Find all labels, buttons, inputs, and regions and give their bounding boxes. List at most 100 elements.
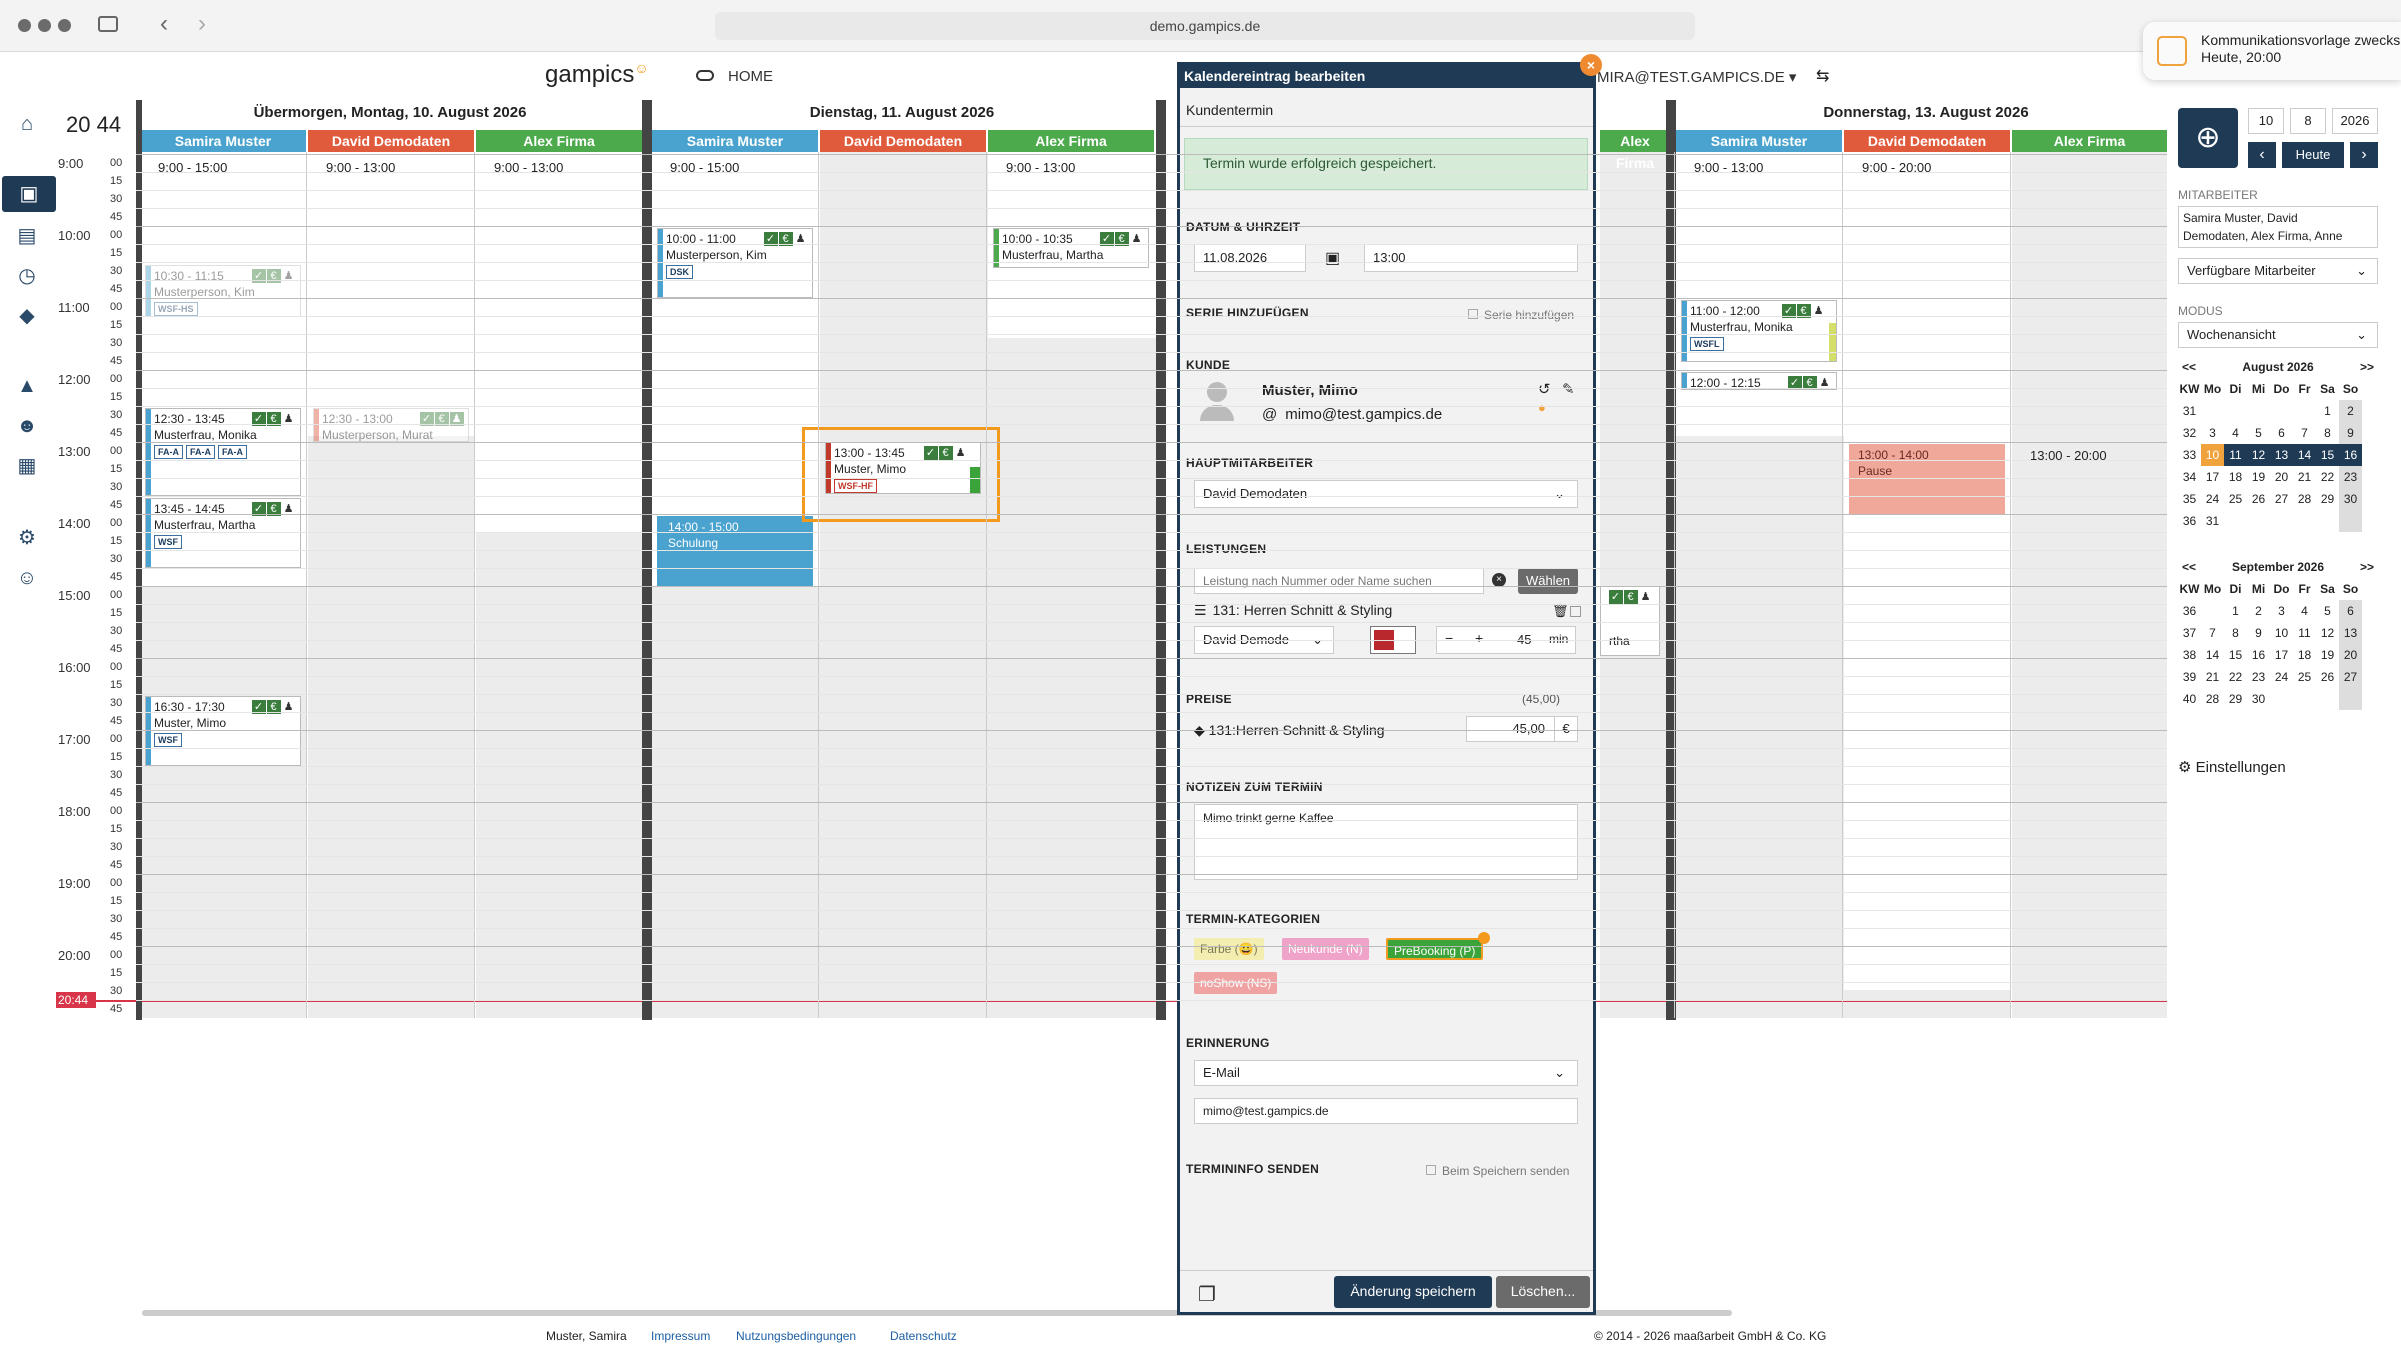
day-cell[interactable]: 4 <box>2224 422 2247 444</box>
day-cell[interactable]: 14 <box>2201 644 2224 666</box>
day-cell[interactable]: 4 <box>2293 600 2316 622</box>
mini-calendar-september[interactable]: << September 2026 >> KW Mo Di Mi Do Fr Sa So 36 1 2 3… <box>2178 560 2378 710</box>
calendar-picker-icon[interactable]: ▣ <box>1325 248 1340 268</box>
day-cell[interactable]: 6 <box>2339 600 2362 622</box>
day-cell[interactable]: 19 <box>2247 466 2270 488</box>
close-window-icon[interactable] <box>18 19 31 32</box>
appointment-blocker[interactable]: 14:00 - 15:00 Schulung <box>657 516 813 586</box>
day-cell[interactable]: 1 <box>2316 400 2339 422</box>
appointment[interactable]: 10:30 - 11:15 Musterperson, Kim WSF-HS ✓ € ♟ <box>145 265 301 317</box>
day-cell[interactable]: 30 <box>2247 688 2270 710</box>
service-search-input[interactable]: Leistung nach Nummer oder Name suchen <box>1194 568 1484 594</box>
day-cell[interactable]: 12 <box>2316 622 2339 644</box>
day-cell[interactable]: 8 <box>2316 422 2339 444</box>
appointment[interactable]: 16:30 - 17:30 Muster, Mimo WSF ✓ € ♟ <box>145 696 301 766</box>
day-cell[interactable]: 13 <box>2270 444 2293 466</box>
save-button[interactable]: Änderung speichern <box>1334 1276 1492 1308</box>
category-chip[interactable]: noShow (NS) <box>1194 972 1278 994</box>
staff-header-partial[interactable]: Alex Firma <box>1600 130 1670 171</box>
reminder-select[interactable]: E-Mail ⌄ <box>1194 1060 1578 1086</box>
day-cell[interactable]: 20 <box>2339 644 2362 666</box>
day-cell[interactable]: 7 <box>2201 622 2224 644</box>
day-cell[interactable]: 22 <box>2224 666 2247 688</box>
staff-header[interactable]: Alex Firma <box>2012 130 2167 152</box>
staff-select[interactable]: Samira Muster, David Demodaten, Alex Fir… <box>2178 206 2378 248</box>
reminder-email-input[interactable]: mimo@test.gampics.de <box>1194 1098 1578 1124</box>
prev-button[interactable]: ‹ <box>2248 142 2276 168</box>
day-cell[interactable]: 10 <box>2270 622 2293 644</box>
notification-banner[interactable]: Kommunikationsvorlage zwecks Heute, 20:0… <box>2143 22 2401 80</box>
customer-email[interactable]: @ mimo@test.gampics.de <box>1262 406 1442 423</box>
day-cell[interactable]: 16 <box>2339 444 2362 466</box>
day-cell[interactable]: 29 <box>2224 688 2247 710</box>
notes-textarea[interactable]: Mimo trinkt gerne Kaffee <box>1194 804 1578 880</box>
tags-icon[interactable]: ◆ <box>13 302 41 330</box>
date-input[interactable]: 11.08.2026 <box>1194 244 1306 272</box>
settings-gears-icon[interactable]: ⚙ <box>13 524 41 552</box>
staff-header[interactable]: Samira Muster <box>1676 130 1842 152</box>
service-checkbox[interactable] <box>1570 606 1581 617</box>
sidebar-toggle-icon[interactable] <box>98 16 118 32</box>
staff-header[interactable]: David Demodaten <box>308 130 474 152</box>
send-checkbox[interactable]: Beim Speichern senden <box>1426 1164 1569 1178</box>
day-cell[interactable]: 24 <box>2270 666 2293 688</box>
home-link[interactable]: HOME <box>696 68 773 85</box>
day-cell[interactable]: 9 <box>2247 622 2270 644</box>
staff-header[interactable]: Samira Muster <box>140 130 306 152</box>
appointment-partial[interactable]: rtha ✓ € ♟ <box>1600 586 1660 656</box>
choose-button[interactable]: Wählen <box>1518 568 1578 594</box>
day-cell[interactable]: 11 <box>2224 444 2247 466</box>
copy-icon[interactable]: ❐ <box>1198 1282 1216 1307</box>
car-icon[interactable]: ▲ <box>13 372 41 400</box>
mini-calendar-august[interactable]: << August 2026 >> KW Mo Di Mi Do Fr Sa So 31 1 2 32 3 4… <box>2178 360 2378 532</box>
day-cell[interactable]: 12 <box>2247 444 2270 466</box>
appointment[interactable]: 12:30 - 13:45 Musterfrau, Monika FA-A FA-A F… <box>145 408 301 496</box>
staff-header[interactable]: Samira Muster <box>652 130 818 152</box>
forward-icon[interactable]: › <box>198 10 206 38</box>
back-icon[interactable]: ‹ <box>160 10 168 38</box>
appointment-pause[interactable]: 13:00 - 14:00 Pause <box>1849 444 2005 514</box>
day-cell[interactable]: 7 <box>2293 422 2316 444</box>
appointment[interactable]: 12:30 - 13:00 Musterperson, Murat ✓ € ♟ <box>313 408 469 442</box>
appointment[interactable]: 13:45 - 14:45 Musterfrau, Martha WSF ✓ € ♟ <box>145 498 301 568</box>
day-cell[interactable]: 23 <box>2247 666 2270 688</box>
day-cell[interactable]: 28 <box>2201 688 2224 710</box>
category-chip[interactable]: Neukunde (N) <box>1282 938 1369 960</box>
url-bar[interactable]: demo.gampics.de <box>715 12 1695 40</box>
day-cell[interactable]: 18 <box>2224 466 2247 488</box>
home-icon[interactable]: ⌂ <box>13 110 41 138</box>
day-cell[interactable]: 21 <box>2293 466 2316 488</box>
day-cell[interactable]: 17 <box>2270 644 2293 666</box>
series-checkbox[interactable]: Serie hinzufügen <box>1468 308 1574 322</box>
year-input[interactable]: 2026 <box>2332 108 2378 134</box>
next-button[interactable]: › <box>2350 142 2378 168</box>
trash-icon[interactable]: 🗑 <box>1552 603 1569 619</box>
day-cell[interactable]: 3 <box>2201 422 2224 444</box>
available-staff-select[interactable]: Verfügbare Mitarbeiter ⌄ <box>2178 258 2378 284</box>
switch-icon[interactable]: ⇆ <box>1816 66 1829 86</box>
staff-header[interactable]: Alex Firma <box>476 130 642 152</box>
day-cell[interactable]: 2 <box>2339 400 2362 422</box>
day-cell[interactable]: 18 <box>2293 644 2316 666</box>
day-cell[interactable]: 13 <box>2339 622 2362 644</box>
footer-privacy-link[interactable]: Datenschutz <box>890 1329 957 1343</box>
day-cell[interactable]: 29 <box>2316 488 2339 510</box>
category-chip-selected[interactable]: PreBooking (P) <box>1386 938 1484 960</box>
close-icon[interactable]: × <box>1580 54 1602 76</box>
mode-select[interactable]: Wochenansicht ⌄ <box>2178 322 2378 348</box>
user-settings-icon[interactable]: ☺ <box>13 564 41 592</box>
day-cell[interactable]: 16 <box>2247 644 2270 666</box>
day-cell[interactable]: 2 <box>2247 600 2270 622</box>
appointment[interactable]: 10:00 - 11:00 Musterperson, Kim DSK ✓ € ♟ <box>657 228 813 298</box>
day-cell[interactable]: 14 <box>2293 444 2316 466</box>
calendar-nav-active[interactable]: ▣ <box>2 176 56 212</box>
day-header-mon[interactable]: Übermorgen, Montag, 10. August 2026 <box>140 104 640 126</box>
category-chip[interactable]: Farbe (😀) <box>1194 938 1264 960</box>
day-cell[interactable]: 19 <box>2316 644 2339 666</box>
day-cell[interactable]: 25 <box>2224 488 2247 510</box>
footer-impressum-link[interactable]: Impressum <box>651 1329 710 1343</box>
day-header-tue[interactable]: Dienstag, 11. August 2026 <box>652 104 1152 126</box>
day-cell[interactable]: 31 <box>2201 510 2224 532</box>
clear-icon[interactable]: × <box>1492 573 1506 587</box>
bell-icon[interactable]: ● <box>1538 400 1546 415</box>
